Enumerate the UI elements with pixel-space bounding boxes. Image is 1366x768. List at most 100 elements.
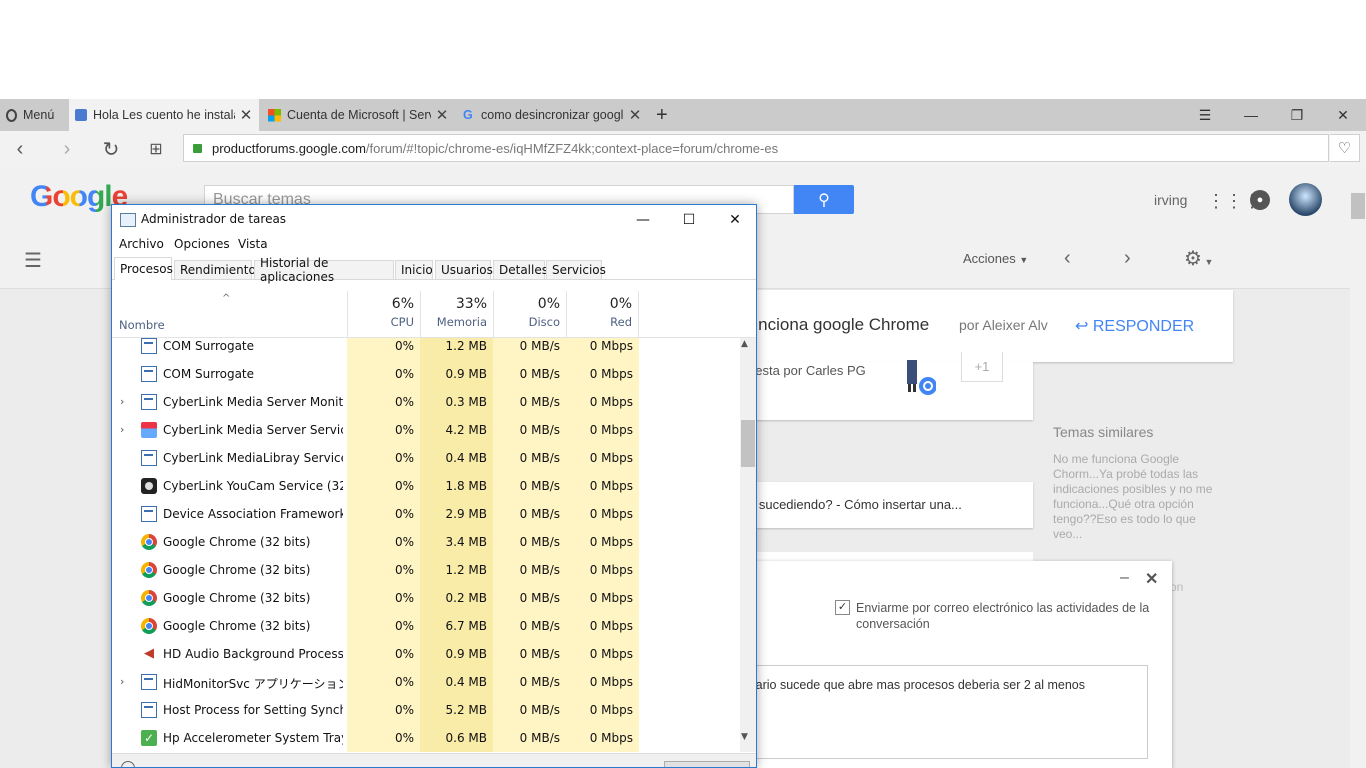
chrome-icon	[141, 534, 157, 550]
tab-rendimiento[interactable]: Rendimiento	[174, 260, 256, 279]
minimize-reply-icon[interactable]: –	[1120, 569, 1129, 587]
notifications-bell-icon[interactable]: ●	[1250, 190, 1270, 210]
close-icon: ✕	[729, 212, 741, 228]
less-details-icon[interactable]	[121, 761, 135, 767]
cpu-value: 0%	[347, 612, 420, 640]
network-value: 0 Mbps	[566, 640, 639, 668]
table-row[interactable]: COM Surrogate 0% 0.9 MB 0 MB/s 0 Mbps	[112, 360, 743, 388]
plus-one-button[interactable]: +1	[961, 352, 1003, 382]
disk-value: 0 MB/s	[493, 388, 566, 416]
table-row[interactable]: › HidMonitorSvc アプリケーション 0% 0.4 MB 0 MB/s 0 M…	[112, 668, 743, 696]
table-row[interactable]: Host Process for Setting Synchr... 0% 5.2 …	[112, 696, 743, 724]
close-window-button[interactable]: ✕	[1320, 99, 1366, 131]
similar-topic-link[interactable]: No me funciona Google Chorm...Ya probé t…	[1053, 452, 1223, 542]
email-notify-checkbox[interactable]: ✓	[835, 600, 850, 615]
table-row[interactable]: CyberLink YouCam Service (32 ... 0% 1.8 MB…	[112, 472, 743, 500]
opera-menu-button[interactable]: Menú	[0, 99, 68, 131]
acciones-dropdown[interactable]: Acciones ▼	[963, 251, 1028, 266]
page-scrollbar-thumb[interactable]	[1351, 193, 1365, 219]
table-row[interactable]: Device Association Framework ... 0% 2.9 MB…	[112, 500, 743, 528]
new-tab-button[interactable]: +	[650, 99, 676, 131]
tm-minimize-button[interactable]: —	[620, 205, 666, 235]
table-row[interactable]: COM Surrogate 0% 1.2 MB 0 MB/s 0 Mbps	[112, 338, 743, 360]
table-row[interactable]: ◀ HD Audio Background Process 0% 0.9 MB 0 MB…	[112, 640, 743, 668]
back-button[interactable]: ‹	[5, 131, 35, 167]
menu-vista[interactable]: Vista	[238, 237, 268, 251]
disk-value: 0 MB/s	[493, 528, 566, 556]
close-tab-icon[interactable]: ✕	[435, 106, 449, 124]
expand-chevron-icon[interactable]: ›	[120, 395, 124, 408]
tm-maximize-button[interactable]: ☐	[666, 205, 712, 235]
next-topic-icon[interactable]: ›	[1124, 247, 1131, 270]
avatar[interactable]	[1289, 183, 1322, 216]
table-row[interactable]: › CyberLink Media Server Monito... 0% 0.3 M…	[112, 388, 743, 416]
browser-tab-strip: Menú Hola Les cuento he instalado ✕ Cuen…	[0, 99, 1366, 131]
menu-opciones[interactable]: Opciones	[174, 237, 230, 251]
user-name[interactable]: irving	[1154, 192, 1187, 208]
close-tab-icon[interactable]: ✕	[628, 106, 642, 124]
table-row[interactable]: Google Chrome (32 bits) 0% 6.7 MB 0 MB/s 0 M…	[112, 612, 743, 640]
lock-icon	[193, 143, 202, 153]
speaker-icon: ◀	[144, 646, 154, 661]
post-snippet[interactable]: é sucediendo? - Cómo insertar una...	[748, 497, 962, 512]
address-bar[interactable]: productforums.google.com/forum/#!topic/c…	[183, 134, 1329, 162]
table-row[interactable]: Google Chrome (32 bits) 0% 0.2 MB 0 MB/s 0 M…	[112, 584, 743, 612]
tab-menu-icon: ☰	[1198, 106, 1212, 123]
column-red[interactable]: 0% Red	[566, 291, 639, 337]
end-task-button[interactable]	[664, 761, 750, 767]
close-reply-icon[interactable]: ✕	[1145, 569, 1158, 589]
tab-forum[interactable]: Hola Les cuento he instalado ✕	[69, 99, 259, 131]
menu-archivo[interactable]: Archivo	[119, 237, 164, 251]
page-scrollbar[interactable]	[1350, 167, 1366, 768]
search-button[interactable]: ⚲	[794, 185, 854, 214]
task-manager-titlebar[interactable]: Administrador de tareas — ☐ ✕	[112, 205, 756, 235]
url-path: /forum/#!topic/chrome-es/iqHMfZFZ4kk;con…	[365, 140, 779, 156]
tab-menu-button[interactable]: ☰	[1182, 99, 1228, 131]
tab-servicios[interactable]: Servicios	[546, 260, 606, 279]
expand-chevron-icon[interactable]: ›	[120, 675, 124, 688]
scroll-up-icon[interactable]: ▲	[741, 339, 748, 349]
tab-microsoft[interactable]: Cuenta de Microsoft | Servicios ✕	[262, 99, 455, 131]
minimize-button[interactable]: —	[1228, 99, 1274, 131]
tab-google-search[interactable]: G como desincronizar google ✕	[457, 99, 648, 131]
bookmark-heart-button[interactable]: ♡	[1330, 134, 1360, 162]
hamburger-menu-icon[interactable]: ☰	[24, 248, 42, 273]
tm-close-button[interactable]: ✕	[712, 205, 756, 235]
restore-button[interactable]: ❐	[1274, 99, 1320, 131]
disk-value: 0 MB/s	[493, 612, 566, 640]
scroll-down-icon[interactable]: ▼	[741, 732, 748, 742]
tm-scrollbar-thumb[interactable]	[741, 420, 755, 467]
column-disco[interactable]: 0% Disco	[493, 291, 566, 337]
network-value: 0 Mbps	[566, 556, 639, 584]
service-icon	[141, 702, 157, 718]
forward-button[interactable]: ›	[52, 131, 82, 167]
memory-value: 6.7 MB	[420, 612, 493, 640]
reload-button[interactable]: ↻	[96, 131, 126, 167]
microsoft-icon	[268, 108, 281, 122]
tab-historial[interactable]: Historial de aplicaciones	[254, 256, 394, 284]
tab-procesos[interactable]: Procesos	[114, 257, 173, 280]
close-tab-icon[interactable]: ✕	[239, 106, 253, 124]
settings-gear-icon[interactable]: ⚙ ▼	[1184, 246, 1213, 271]
speed-dial-button[interactable]: ⊞	[141, 131, 171, 167]
expand-chevron-icon[interactable]: ›	[120, 423, 124, 436]
task-manager-window: Administrador de tareas — ☐ ✕ Archivo Op…	[111, 204, 757, 768]
previous-topic-icon[interactable]: ‹	[1064, 247, 1071, 270]
table-row[interactable]: Google Chrome (32 bits) 0% 3.4 MB 0 MB/s 0 M…	[112, 528, 743, 556]
disk-value: 0 MB/s	[493, 584, 566, 612]
table-row[interactable]: Google Chrome (32 bits) 0% 1.2 MB 0 MB/s 0 M…	[112, 556, 743, 584]
tab-inicio[interactable]: Inicio	[395, 260, 433, 279]
maximize-icon: ☐	[682, 212, 696, 228]
tm-scrollbar[interactable]	[740, 338, 756, 752]
table-row[interactable]: ✓ Hp Accelerometer System Tray 0% 0.6 MB 0 M…	[112, 724, 743, 752]
table-row[interactable]: CyberLink MediaLibray Service (... 0%0.4 …	[112, 444, 743, 472]
table-row[interactable]: › CyberLink Media Server Service ... 0%4.2…	[112, 416, 743, 444]
tab-detalles[interactable]: Detalles	[493, 260, 548, 279]
responder-button[interactable]: ↩ RESPONDER	[1075, 316, 1194, 336]
column-memoria[interactable]: 33% Memoria	[420, 291, 493, 337]
column-nombre[interactable]: Nombre	[119, 318, 165, 332]
cpu-value: 0%	[347, 444, 420, 472]
column-cpu[interactable]: 6% CPU	[347, 291, 420, 337]
grid-icon: ⊞	[149, 141, 163, 158]
tab-usuarios[interactable]: Usuarios	[435, 260, 493, 279]
